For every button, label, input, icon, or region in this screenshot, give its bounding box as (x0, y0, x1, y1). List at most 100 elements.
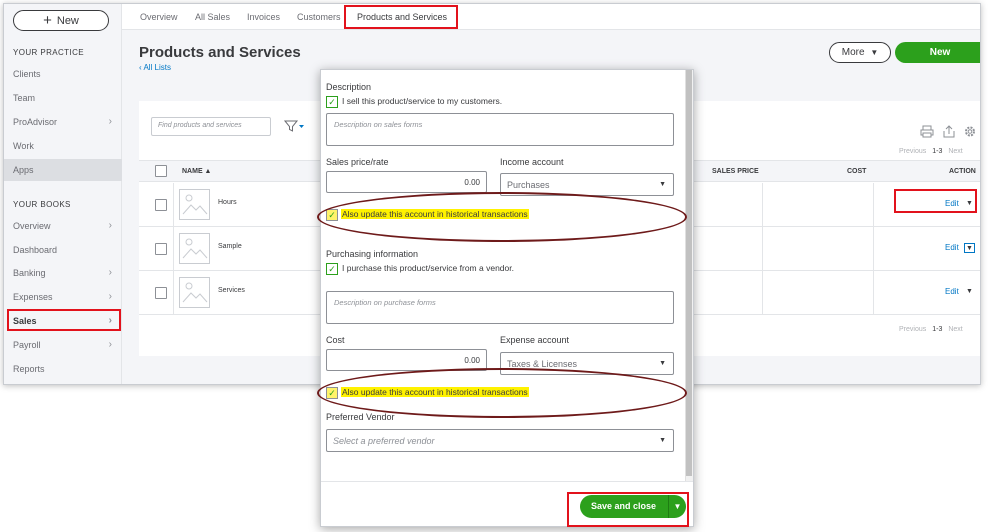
chevron-down-icon[interactable]: ▼ (668, 495, 686, 518)
chevron-right-icon: › (108, 339, 112, 350)
export-icon[interactable] (942, 125, 956, 138)
sidebar: + New YOUR PRACTICE Clients Team ProAdvis… (4, 4, 122, 384)
sidebar-item-overview[interactable]: Overview › (4, 215, 122, 237)
more-label: More (841, 47, 865, 58)
panel-scrollbar[interactable] (685, 70, 693, 482)
tab-all-sales[interactable]: All Sales (195, 4, 230, 30)
sidebar-item-proadvisor[interactable]: ProAdvisor › (4, 111, 122, 133)
edit-link[interactable]: Edit (945, 243, 959, 252)
sidebar-item-dashboard[interactable]: Dashboard (4, 239, 122, 261)
purchase-description-field[interactable]: Description on purchase forms (326, 291, 674, 324)
sidebar-item-label: Team (13, 93, 36, 103)
purchasing-heading: Purchasing information (326, 249, 419, 259)
sidebar-item-label: Reports (13, 364, 45, 374)
sidebar-item-sales[interactable]: Sales › (4, 310, 122, 332)
column-divider (873, 183, 874, 227)
column-divider (762, 227, 763, 271)
update-historical-checkbox[interactable]: ✓ (326, 209, 338, 221)
update-historical-label: Also update this account in historical t… (341, 209, 529, 219)
sales-price-field[interactable]: 0.00 (326, 171, 487, 193)
chevron-right-icon: › (108, 291, 112, 302)
sidebar-item-clients[interactable]: Clients (4, 63, 122, 85)
pager-bottom: Previous 1-3 Next (899, 326, 963, 333)
sidebar-item-label: Sales (13, 316, 37, 326)
more-button[interactable]: More ▼ (829, 42, 891, 63)
column-divider (762, 183, 763, 227)
chevron-right-icon: › (108, 220, 112, 231)
sidebar-item-apps[interactable]: Apps (4, 159, 122, 181)
preferred-vendor-select[interactable]: Select a preferred vendor ▼ (326, 429, 674, 452)
check-icon: ✓ (328, 210, 336, 220)
sidebar-item-payroll[interactable]: Payroll › (4, 334, 122, 356)
edit-link[interactable]: Edit (945, 287, 959, 296)
row-name[interactable]: Services (218, 287, 245, 294)
search-input[interactable]: Find products and services (151, 117, 271, 136)
income-account-value: Purchases (507, 180, 550, 190)
chevron-right-icon: › (108, 116, 112, 127)
column-cost[interactable]: COST (847, 168, 866, 175)
check-icon: ✓ (328, 264, 336, 274)
chevron-down-icon[interactable]: ▼ (964, 243, 975, 253)
sidebar-item-work[interactable]: Work (4, 135, 122, 157)
description-heading: Description (326, 82, 372, 92)
chevron-down-icon[interactable]: ▼ (966, 200, 973, 207)
pager-next[interactable]: Next (948, 148, 962, 155)
edit-link[interactable]: Edit (945, 199, 959, 208)
new-product-button[interactable]: New (895, 42, 980, 63)
income-account-select[interactable]: Purchases ▼ (500, 173, 674, 196)
all-lists-link[interactable]: ‹ All Lists (139, 63, 171, 72)
row-name[interactable]: Sample (218, 243, 242, 250)
scrollbar-thumb[interactable] (686, 70, 692, 476)
chevron-down-icon: ▼ (659, 437, 666, 444)
sidebar-item-label: Apps (13, 165, 34, 175)
your-practice-heading: YOUR PRACTICE (13, 48, 84, 57)
pager-range: 1-3 (932, 148, 943, 155)
panel-footer: Save and close ▼ (321, 481, 693, 526)
purchase-checkbox[interactable]: ✓ (326, 263, 338, 275)
tab-overview[interactable]: Overview (140, 4, 178, 30)
select-all-checkbox[interactable] (155, 165, 167, 177)
sell-checkbox[interactable]: ✓ (326, 96, 338, 108)
sales-description-field[interactable]: Description on sales forms (326, 113, 674, 146)
gear-icon[interactable] (963, 125, 977, 138)
plus-icon: + (43, 12, 52, 29)
pager-range: 1-3 (932, 326, 943, 333)
column-divider (173, 271, 174, 315)
income-account-label: Income account (500, 157, 564, 167)
pager-previous[interactable]: Previous (899, 148, 926, 155)
top-tabs: Overview All Sales Invoices Customers Pr… (122, 4, 980, 30)
column-sales-price[interactable]: SALES PRICE (712, 168, 759, 175)
sidebar-item-team[interactable]: Team (4, 87, 122, 109)
update-historical-checkbox-2[interactable]: ✓ (326, 387, 338, 399)
sidebar-item-expenses[interactable]: Expenses › (4, 286, 122, 308)
row-name[interactable]: Hours (218, 199, 237, 206)
sidebar-item-label: Overview (13, 221, 51, 231)
save-and-close-button[interactable]: Save and close ▼ (580, 495, 686, 518)
cost-field[interactable]: 0.00 (326, 349, 487, 371)
tab-products-and-services[interactable]: Products and Services (357, 4, 447, 30)
row-checkbox[interactable] (155, 243, 167, 255)
panel-content: Description ✓ I sell this product/servic… (321, 70, 687, 526)
sidebar-new-button[interactable]: + New (13, 10, 109, 31)
sidebar-item-reports[interactable]: Reports (4, 358, 122, 380)
expense-account-select[interactable]: Taxes & Licenses ▼ (500, 352, 674, 375)
pager-next[interactable]: Next (948, 326, 962, 333)
column-divider (762, 271, 763, 315)
row-checkbox[interactable] (155, 287, 167, 299)
sidebar-item-label: ProAdvisor (13, 117, 58, 127)
pager-top: Previous 1-3 Next (899, 148, 963, 155)
update-historical-text: Also update this account in historical t… (341, 209, 529, 219)
tab-customers[interactable]: Customers (297, 4, 341, 30)
pager-previous[interactable]: Previous (899, 326, 926, 333)
column-name[interactable]: NAME ▲ (182, 168, 211, 175)
row-checkbox[interactable] (155, 199, 167, 211)
image-placeholder-icon (179, 277, 210, 308)
chevron-down-icon[interactable]: ▼ (966, 288, 973, 295)
tab-invoices[interactable]: Invoices (247, 4, 280, 30)
print-icon[interactable] (920, 125, 934, 138)
purchase-checkbox-label: I purchase this product/service from a v… (342, 263, 514, 273)
page-title: Products and Services (139, 44, 301, 61)
preferred-vendor-placeholder: Select a preferred vendor (333, 436, 435, 446)
sidebar-item-banking[interactable]: Banking › (4, 262, 122, 284)
filter-icon[interactable] (284, 119, 306, 133)
